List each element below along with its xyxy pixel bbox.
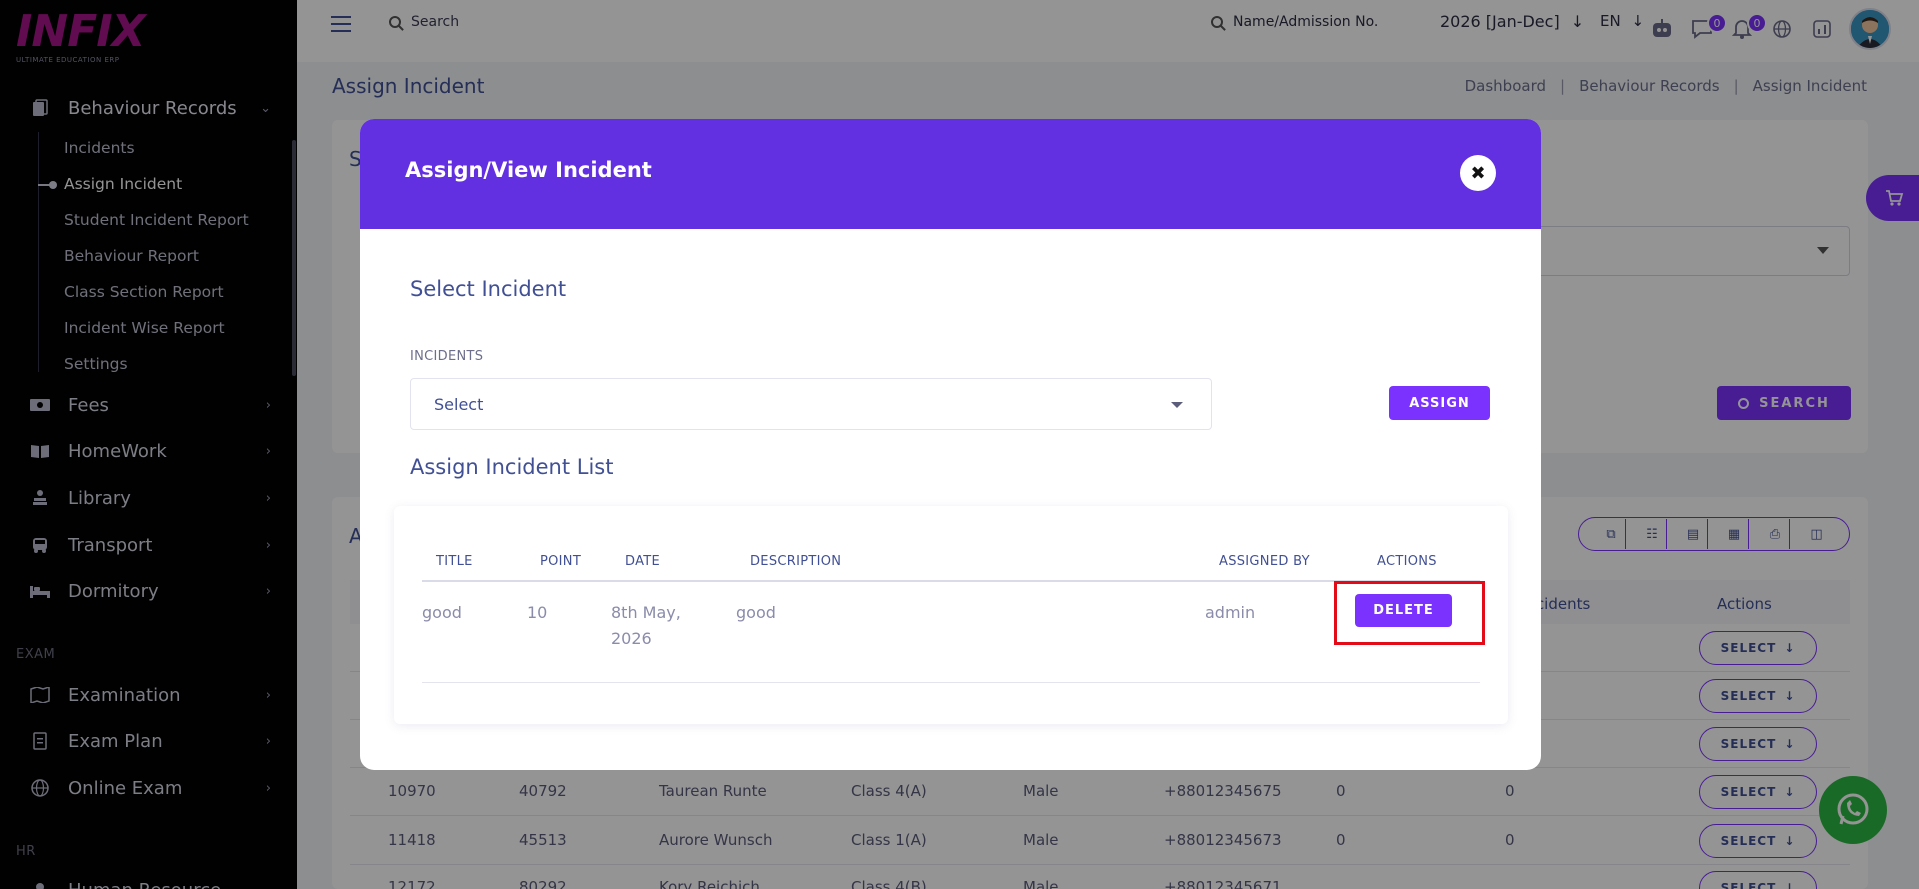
column-assigned-by: ASSIGNED BY: [1219, 554, 1310, 569]
assign-incident-modal: Assign/View Incident ✖ Select Incident I…: [360, 119, 1541, 770]
close-icon[interactable]: ✖: [1460, 155, 1496, 191]
caret-down-icon: [1171, 402, 1183, 408]
assign-incident-list-heading: Assign Incident List: [410, 455, 614, 479]
column-point: POINT: [540, 554, 582, 569]
select-incident-heading: Select Incident: [410, 277, 567, 301]
cell-description: good: [736, 603, 776, 622]
incident-list-table: TITLE POINT DATE DESCRIPTION ASSIGNED BY…: [394, 506, 1508, 724]
cell-assigned-by: admin: [1205, 603, 1256, 622]
highlight-box: DELETE: [1334, 581, 1485, 645]
incidents-label: INCIDENTS: [410, 349, 484, 364]
modal-title: Assign/View Incident: [405, 158, 652, 182]
column-date: DATE: [625, 554, 661, 569]
cell-date: 8th May, 2026: [611, 600, 681, 652]
cell-date-line2: 2026: [611, 629, 652, 648]
cell-point: 10: [527, 603, 548, 622]
incidents-select[interactable]: Select: [410, 378, 1212, 430]
incidents-select-value: Select: [434, 395, 484, 414]
column-description: DESCRIPTION: [750, 554, 842, 569]
column-actions: ACTIONS: [1377, 554, 1437, 569]
column-title: TITLE: [436, 554, 473, 569]
assign-button[interactable]: ASSIGN: [1389, 386, 1490, 420]
cell-date-line1: 8th May,: [611, 603, 681, 622]
modal-header: Assign/View Incident ✖: [360, 119, 1541, 229]
table-header-divider: [422, 580, 1480, 582]
delete-button[interactable]: DELETE: [1355, 594, 1452, 627]
cell-title: good: [422, 603, 462, 622]
row-divider: [422, 682, 1480, 683]
